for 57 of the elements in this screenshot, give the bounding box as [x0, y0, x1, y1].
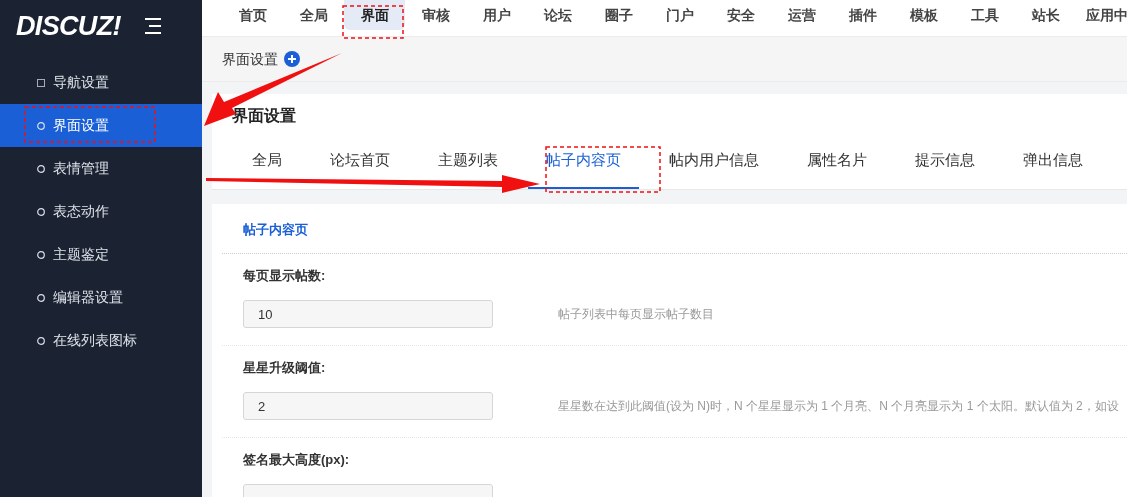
section-title: 帖子内容页: [222, 204, 1127, 254]
sidebar-label: 导航设置: [53, 73, 109, 92]
circle-icon: [37, 293, 45, 302]
circle-icon: [37, 207, 45, 216]
sidebar-label: 表情管理: [53, 159, 109, 178]
add-icon[interactable]: [284, 51, 300, 67]
tab[interactable]: 论坛首页: [306, 134, 414, 189]
circle-icon: [37, 336, 45, 345]
logo[interactable]: DISCUZ!: [16, 12, 121, 40]
setting-label: 星星升级阈值:: [243, 359, 327, 377]
nav-tab[interactable]: 运营: [771, 0, 832, 30]
nav-tab[interactable]: 界面: [344, 0, 405, 30]
setting-label: 签名最大高度(px):: [243, 451, 351, 469]
tab[interactable]: 弹出信息: [999, 134, 1107, 189]
nav-tab[interactable]: 插件: [832, 0, 893, 30]
tab[interactable]: 提示信息: [891, 134, 999, 189]
circle-icon: [37, 121, 45, 130]
nav-tab[interactable]: 安全: [710, 0, 771, 30]
nav-tab[interactable]: 审核: [405, 0, 466, 30]
tab[interactable]: 全局: [228, 134, 306, 189]
panel-title: 界面设置: [231, 106, 297, 126]
input-field[interactable]: 2: [243, 392, 493, 420]
setting-label: 每页显示帖数:: [243, 267, 327, 285]
tab[interactable]: 帖内用户信息: [645, 134, 783, 189]
nav-tab[interactable]: 门户: [649, 0, 710, 30]
circle-icon: [37, 164, 45, 173]
tab[interactable]: 属性名片: [783, 134, 891, 189]
highlight-frame: [342, 5, 404, 39]
sidebar-item[interactable]: 在线列表图标: [0, 319, 202, 362]
nav-tab[interactable]: 论坛: [527, 0, 588, 30]
tab[interactable]: 主题列表: [414, 134, 522, 189]
nav-tab[interactable]: 站长: [1015, 0, 1076, 30]
nav-tab[interactable]: 应用中: [1076, 0, 1127, 30]
nav-tab[interactable]: 首页: [222, 0, 283, 30]
input-field[interactable]: 10: [243, 300, 493, 328]
setting-hint: 帖子列表中每页显示帖子数目: [558, 306, 714, 323]
circle-icon: [37, 250, 45, 259]
sidebar-label: 主题鉴定: [53, 245, 109, 264]
sidebar-item[interactable]: 编辑器设置: [0, 276, 202, 319]
sidebar-item[interactable]: 界面设置: [0, 104, 202, 147]
sidebar-item[interactable]: 主题鉴定: [0, 233, 202, 276]
menu-icon[interactable]: [142, 17, 163, 35]
nav-tab[interactable]: 用户: [466, 0, 527, 30]
sidebar-label: 界面设置: [53, 116, 109, 135]
nav-tab[interactable]: 模板: [893, 0, 954, 30]
sidebar-label: 在线列表图标: [53, 331, 137, 350]
sidebar-item[interactable]: 导航设置: [0, 61, 202, 104]
sidebar-item[interactable]: 表态动作: [0, 190, 202, 233]
breadcrumb[interactable]: 界面设置: [222, 48, 278, 70]
nav-tab[interactable]: 圈子: [588, 0, 649, 30]
sidebar-item[interactable]: 表情管理: [0, 147, 202, 190]
nav-tab[interactable]: 工具: [954, 0, 1015, 30]
square-icon: [37, 78, 45, 87]
sidebar-label: 编辑器设置: [53, 288, 123, 307]
setting-hint: 星星数在达到此阈值(设为 N)时，N 个星星显示为 1 个月亮、N 个月亮显示为 1 个太阳。默认值为 2，如设: [558, 398, 1119, 415]
nav-tab[interactable]: 全局: [283, 0, 344, 30]
sidebar-label: 表态动作: [53, 202, 109, 221]
